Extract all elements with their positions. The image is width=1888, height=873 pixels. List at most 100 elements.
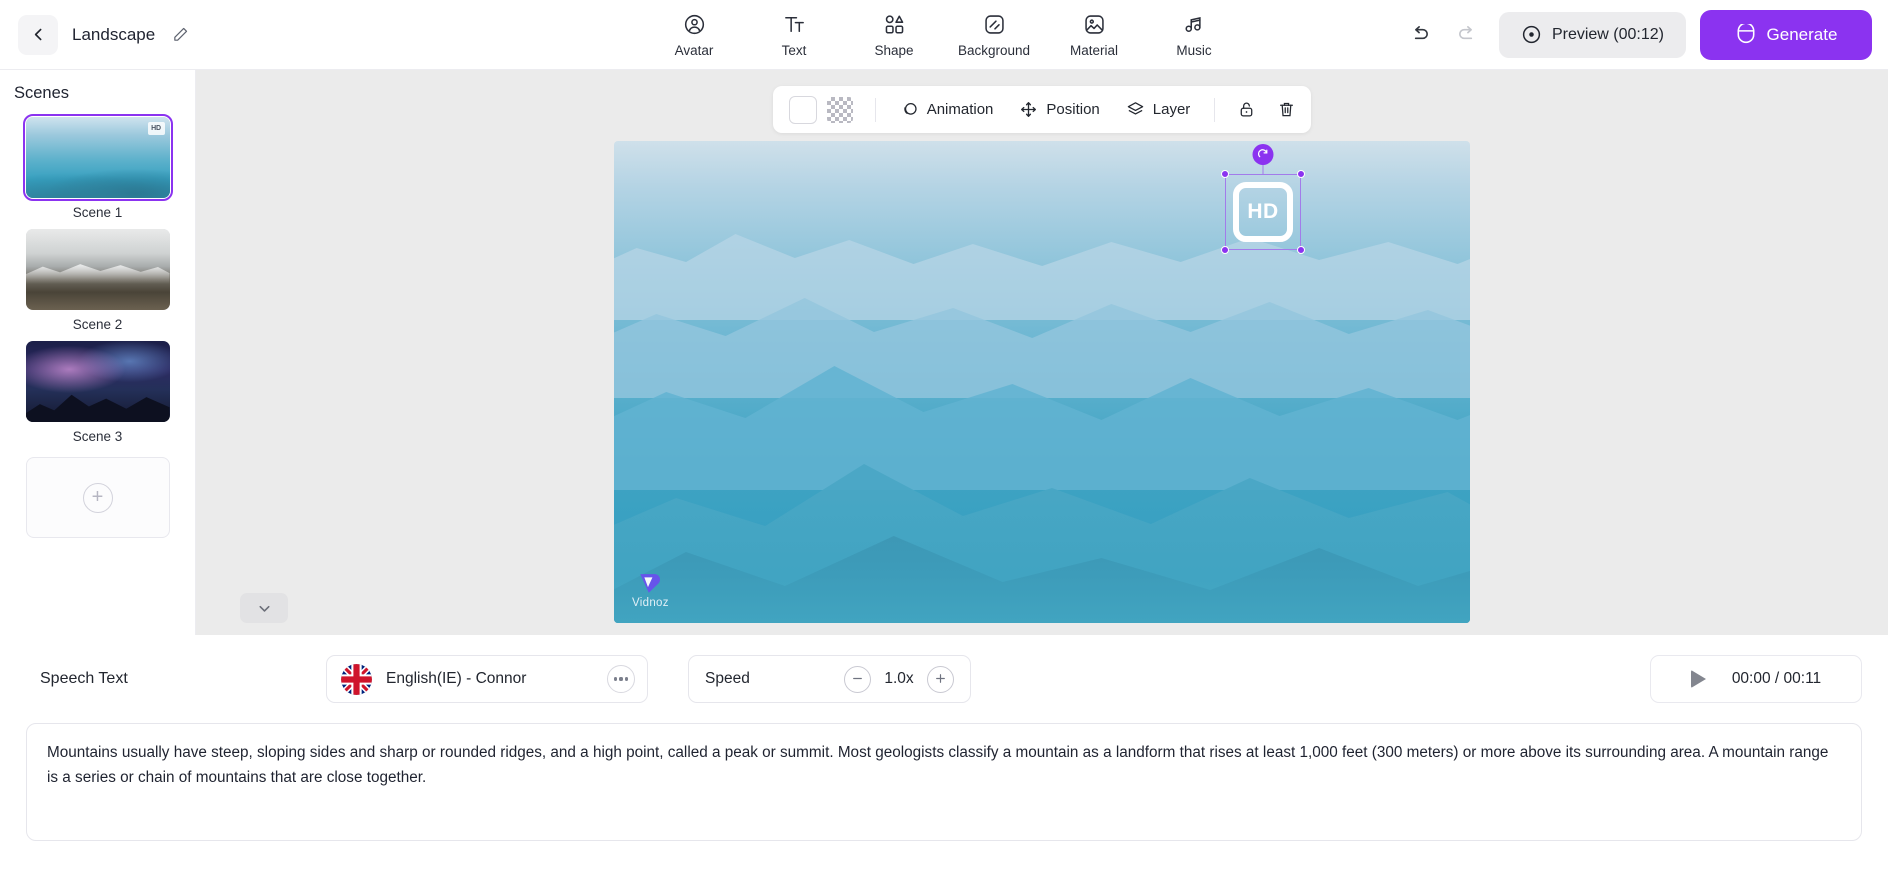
- playback-time: 00:00 / 00:11: [1732, 670, 1821, 688]
- position-label: Position: [1046, 101, 1099, 118]
- voice-more-button[interactable]: [607, 665, 635, 693]
- element-toolbar: Animation Position Layer: [773, 86, 1312, 133]
- project-title: Landscape: [72, 25, 155, 45]
- speed-value: 1.0x: [871, 670, 927, 688]
- speed-decrease-button[interactable]: [844, 666, 871, 693]
- tool-music[interactable]: Music: [1144, 8, 1244, 62]
- trash-icon: [1277, 100, 1296, 119]
- back-button[interactable]: [18, 15, 58, 55]
- undo-icon: [1408, 23, 1431, 46]
- rotate-icon: [1257, 148, 1270, 161]
- plus-icon: +: [83, 483, 113, 513]
- speech-text-label: Speech Text: [26, 670, 326, 688]
- play-icon[interactable]: [1691, 670, 1706, 688]
- tool-shape[interactable]: Shape: [844, 8, 944, 62]
- scene-2-label: Scene 2: [73, 317, 123, 332]
- resize-handle-bl[interactable]: [1221, 246, 1229, 254]
- list-item: Scene 3: [0, 341, 195, 444]
- tool-material[interactable]: Material: [1044, 8, 1144, 62]
- scene-3-artwork: [26, 341, 170, 422]
- video-editor-app: Landscape Avatar Text: [0, 0, 1888, 873]
- watermark-label: Vidnoz: [632, 597, 669, 609]
- topbar-left-group: Landscape: [0, 15, 191, 55]
- layers-icon: [1126, 100, 1145, 119]
- uk-flag-icon: [341, 664, 372, 695]
- tool-background-label: Background: [958, 43, 1030, 58]
- move-arrows-icon: [1019, 100, 1038, 119]
- sparkle-bowl-icon: [1735, 24, 1757, 46]
- material-image-icon: [1083, 12, 1106, 38]
- list-item: HD Scene 1: [0, 117, 195, 220]
- tool-material-label: Material: [1070, 43, 1118, 58]
- canvas-stage: Animation Position Layer: [196, 70, 1888, 635]
- collapse-panel-button[interactable]: [240, 593, 288, 623]
- scenes-panel-title: Scenes: [0, 84, 195, 117]
- script-textarea[interactable]: Mountains usually have steep, sloping si…: [26, 723, 1862, 841]
- tool-avatar[interactable]: Avatar: [644, 8, 744, 62]
- topbar-right-group: Preview (00:12) Generate: [1403, 10, 1872, 60]
- editor-body: Scenes HD Scene 1 Scene 2 Scene 3: [0, 70, 1888, 635]
- pencil-icon: [172, 26, 189, 43]
- redo-icon: [1456, 23, 1479, 46]
- scene-1-hd-badge: HD: [148, 122, 165, 135]
- vidnoz-watermark: Vidnoz: [632, 570, 669, 609]
- video-canvas[interactable]: Vidnoz HD: [614, 141, 1470, 623]
- animation-label: Animation: [927, 101, 994, 118]
- generate-label: Generate: [1767, 25, 1838, 45]
- resize-handle-tl[interactable]: [1221, 170, 1229, 178]
- minus-icon: [851, 672, 864, 685]
- voice-selector[interactable]: English(IE) - Connor: [326, 655, 648, 703]
- canvas-wrapper: Vidnoz HD: [614, 141, 1470, 623]
- generate-button[interactable]: Generate: [1700, 10, 1872, 60]
- animation-button[interactable]: Animation: [888, 92, 1006, 128]
- redo-button[interactable]: [1451, 18, 1485, 52]
- more-dots-icon: [614, 677, 617, 680]
- rename-project-button[interactable]: [169, 24, 191, 46]
- scene-thumbnail-1[interactable]: HD: [26, 117, 170, 198]
- resize-handle-br[interactable]: [1297, 246, 1305, 254]
- text-icon: [783, 12, 806, 38]
- delete-button[interactable]: [1267, 92, 1305, 128]
- chevron-left-icon: [30, 26, 47, 43]
- background-icon: [983, 12, 1006, 38]
- tool-text[interactable]: Text: [744, 8, 844, 62]
- selected-element[interactable]: HD: [1225, 174, 1301, 250]
- preview-button[interactable]: Preview (00:12): [1499, 12, 1686, 58]
- rotate-handle[interactable]: [1253, 144, 1274, 165]
- rotate-stem: [1263, 164, 1264, 174]
- resize-handle-tr[interactable]: [1297, 170, 1305, 178]
- tool-avatar-label: Avatar: [675, 43, 714, 58]
- canvas-haze: [614, 498, 1470, 623]
- more-dots-icon-3: [625, 677, 628, 680]
- scene-3-label: Scene 3: [73, 429, 123, 444]
- speed-increase-button[interactable]: [927, 666, 954, 693]
- position-button[interactable]: Position: [1007, 92, 1111, 128]
- tool-text-label: Text: [782, 43, 807, 58]
- undo-button[interactable]: [1403, 18, 1437, 52]
- speed-control: Speed 1.0x: [688, 655, 971, 703]
- scene-1-label: Scene 1: [73, 205, 123, 220]
- tool-music-label: Music: [1176, 43, 1211, 58]
- chevron-down-icon: [256, 600, 273, 617]
- lock-button[interactable]: [1227, 92, 1265, 128]
- more-dots-icon-2: [619, 677, 622, 680]
- vidnoz-logo-icon: [637, 570, 663, 596]
- color-swatch[interactable]: [789, 96, 817, 124]
- add-scene-button[interactable]: +: [26, 457, 170, 538]
- shape-icon: [883, 12, 906, 38]
- list-item: Scene 2: [0, 229, 195, 332]
- voice-name-label: English(IE) - Connor: [386, 670, 593, 688]
- music-note-icon: [1183, 12, 1206, 38]
- scene-thumbnail-3[interactable]: [26, 341, 170, 422]
- transparency-swatch[interactable]: [827, 97, 853, 123]
- speech-controls-row: Speech Text English(IE) - Conn: [26, 635, 1862, 723]
- layer-label: Layer: [1153, 101, 1191, 118]
- animation-circle-icon: [900, 100, 919, 119]
- scene-thumbnail-2[interactable]: [26, 229, 170, 310]
- avatar-icon: [683, 12, 706, 38]
- layer-button[interactable]: Layer: [1114, 92, 1203, 128]
- scene-2-artwork: [26, 229, 170, 310]
- tool-background[interactable]: Background: [944, 8, 1044, 62]
- audio-player[interactable]: 00:00 / 00:11: [1650, 655, 1862, 703]
- tool-tabs: Avatar Text Shape Background: [644, 8, 1244, 62]
